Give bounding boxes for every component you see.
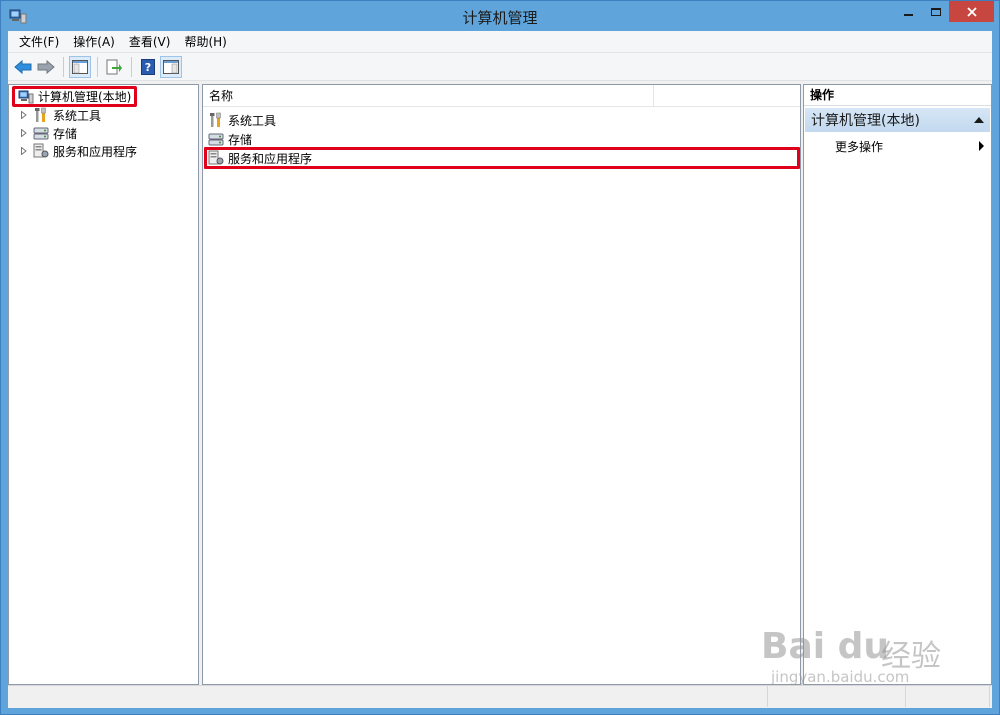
tree-item-label: 服务和应用程序 [53,144,138,159]
list-column-header-row: 名称 [203,85,800,107]
actions-group-computer-management[interactable]: 计算机管理(本地) [805,108,990,132]
minimize-button[interactable] [894,1,922,22]
list-item-label: 系统工具 [228,113,277,128]
svg-text:?: ? [145,61,151,74]
show-hide-console-tree-icon [72,59,88,74]
menu-action[interactable]: 操作(A) [66,32,122,52]
list-item-services-apps[interactable]: 服务和应用程序 [208,149,312,167]
list-item-storage[interactable]: 存储 [208,130,252,148]
column-header-name[interactable]: 名称 [203,85,654,107]
status-cell-main [8,686,768,707]
title-bar[interactable]: 计算机管理 [1,1,999,31]
toolbar-separator [97,56,98,77]
toolbar: ? [8,53,992,81]
tree-item-label: 存储 [53,126,78,141]
panes-area: 计算机管理(本地) 系统工具 存储 服务和应用程序 名称 系统工具 存储 服务和… [8,81,992,685]
forward-icon [37,59,55,74]
baidu-logo: Bai du [761,626,890,667]
toolbar-separator [131,56,132,77]
console-tree-pane[interactable]: 计算机管理(本地) 系统工具 存储 服务和应用程序 [8,84,199,685]
forward-button[interactable] [35,56,57,78]
export-list-button[interactable] [103,56,125,78]
storage-icon [33,125,49,141]
tree-item-storage[interactable]: 存储 [19,124,77,142]
minimize-icon [903,14,913,16]
system-tools-icon [33,107,49,123]
menu-view[interactable]: 查看(V) [122,32,178,52]
menu-help[interactable]: 帮助(H) [177,32,233,52]
window-title: 计算机管理 [462,9,538,27]
services-apps-icon [208,150,224,166]
list-item-label: 存储 [228,132,253,147]
show-hide-console-tree-button[interactable] [69,55,91,78]
computer-management-window: 计算机管理 文件(F) 操作(A) 查看(V) 帮助(H) ? 计算机管理(本地… [0,0,1000,715]
maximize-button[interactable] [922,1,949,22]
expand-chevron-icon[interactable] [19,146,29,156]
tree-root-computer-management[interactable]: 计算机管理(本地) [12,86,138,107]
tree-root-label: 计算机管理(本地) [38,90,132,104]
show-hide-action-pane-button[interactable] [160,55,182,78]
submenu-arrow-icon [979,141,984,151]
close-button[interactable] [949,1,994,22]
actions-group-title: 计算机管理(本地) [811,113,920,129]
list-item-system-tools[interactable]: 系统工具 [208,111,276,129]
services-apps-icon [33,143,49,159]
menu-file[interactable]: 文件(F) [12,32,66,52]
expand-chevron-icon[interactable] [19,128,29,138]
more-actions-item[interactable]: 更多操作 [835,137,990,155]
actions-header: 操作 [804,85,991,106]
more-actions-label: 更多操作 [835,139,884,154]
watermark-url: jingyan.baidu.com [771,668,910,686]
export-list-icon [106,59,122,74]
close-icon [966,6,977,17]
expand-chevron-icon[interactable] [19,110,29,120]
help-button[interactable]: ? [137,56,159,78]
maximize-icon [930,7,941,16]
computer-management-icon [18,89,34,105]
menu-bar: 文件(F) 操作(A) 查看(V) 帮助(H) [8,31,992,53]
help-icon: ? [141,58,155,75]
tree-item-services-apps[interactable]: 服务和应用程序 [19,142,137,160]
show-hide-action-pane-icon [163,59,179,74]
system-tools-icon [208,112,224,128]
collapse-up-icon[interactable] [974,117,984,123]
results-pane[interactable]: 名称 系统工具 存储 服务和应用程序 [202,84,801,685]
back-button[interactable] [12,56,34,78]
tree-item-label: 系统工具 [53,108,102,123]
toolbar-separator [63,56,64,77]
storage-icon [208,131,224,147]
baidu-jingyan-watermark: Bai du 经验 jingyan.baidu.com [761,606,961,696]
tree-item-system-tools[interactable]: 系统工具 [19,106,101,124]
back-icon [14,59,32,74]
actions-pane: 操作 计算机管理(本地) 更多操作 [803,84,992,685]
list-item-label: 服务和应用程序 [228,151,313,166]
